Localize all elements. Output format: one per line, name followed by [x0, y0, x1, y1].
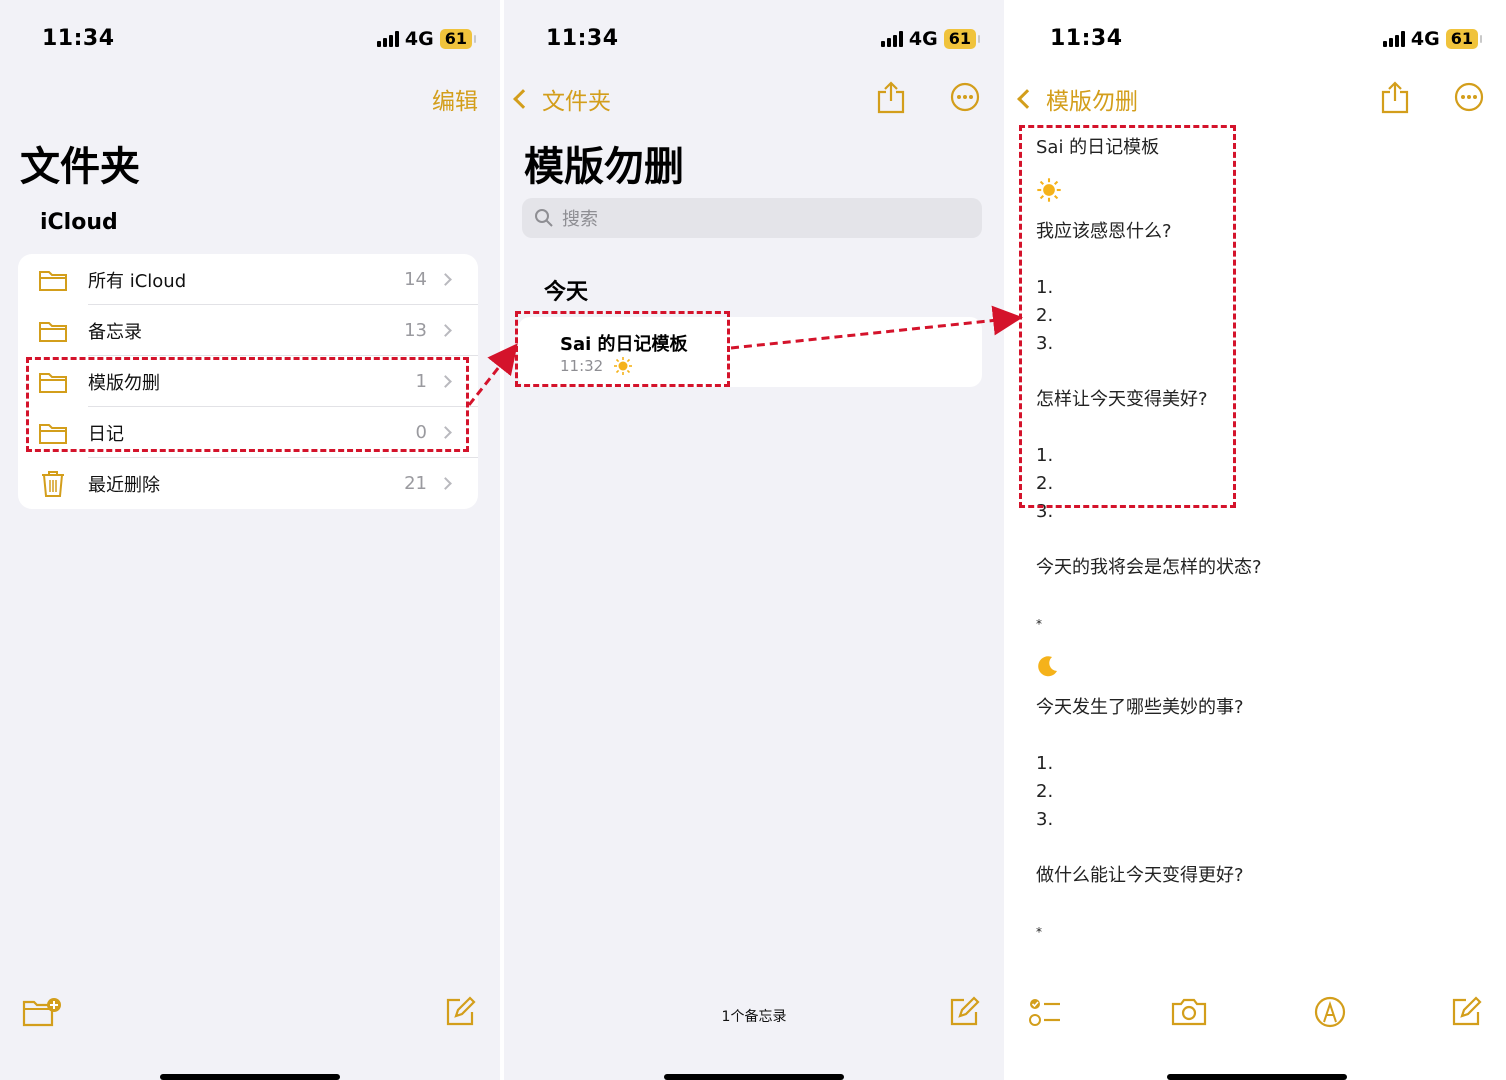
- arrow-folder-to-list: [467, 343, 518, 406]
- arrow-list-to-note: [730, 305, 1023, 350]
- stage: 11:34 4G 61 编辑 文件夹 iCloud 所有 iCloud 14 备…: [0, 0, 1506, 1080]
- flow-arrows: [467, 305, 1023, 406]
